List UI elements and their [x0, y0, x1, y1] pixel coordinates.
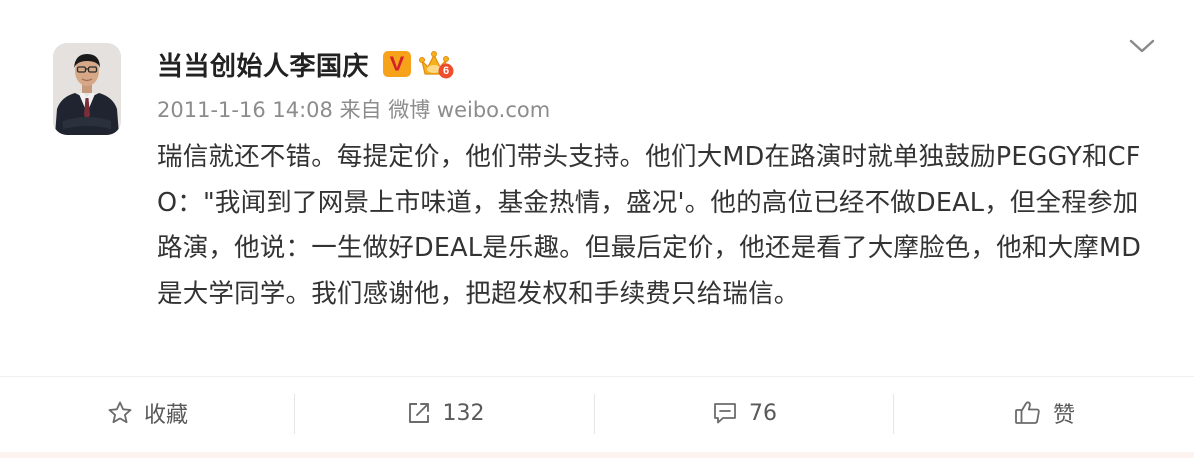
action-bar: 收藏 132 76 赞 [0, 377, 1194, 449]
share-arrow-icon [408, 403, 429, 423]
repost-button[interactable]: 132 [295, 377, 594, 449]
repost-count: 132 [442, 400, 485, 426]
verified-badge-letter: V [389, 52, 405, 76]
post-timestamp[interactable]: 2011-1-16 14:08 [157, 98, 333, 122]
more-options-button[interactable] [1126, 34, 1158, 58]
star-outline-icon [108, 401, 132, 424]
favorite-button[interactable]: 收藏 [0, 377, 294, 449]
post-text: 瑞信就还不错。每提定价，他们带头支持。他们大MD在路演时就单独鼓励PEGGY和C… [157, 142, 1142, 309]
weibo-post-card: 当当创始人李国庆 V 6 2011-1-16 14:08 来自 微博 weibo… [0, 0, 1194, 458]
post-meta: 2011-1-16 14:08 来自 微博 weibo.com [157, 94, 550, 124]
avatar-image [53, 43, 121, 135]
crown-level-icon[interactable]: 6 [419, 49, 455, 79]
favorite-label: 收藏 [143, 403, 188, 428]
avatar[interactable] [53, 43, 121, 135]
comment-count: 76 [749, 400, 777, 426]
verified-v-icon[interactable]: V [383, 51, 412, 77]
comment-bubble-icon [714, 403, 736, 424]
author-row: 当当创始人李国庆 V 6 [157, 44, 455, 84]
source-link[interactable]: 微博 weibo.com [388, 98, 550, 122]
author-name[interactable]: 当当创始人李国庆 [157, 46, 369, 83]
thumbs-up-icon [1015, 401, 1040, 424]
bottom-edge [0, 452, 1194, 458]
comment-button[interactable]: 76 [595, 377, 893, 449]
chevron-down-icon [1129, 39, 1155, 53]
like-label: 赞 [1052, 403, 1075, 428]
membership-level: 6 [442, 65, 450, 77]
source-prefix: 来自 [339, 98, 382, 122]
like-button[interactable]: 赞 [894, 377, 1194, 449]
